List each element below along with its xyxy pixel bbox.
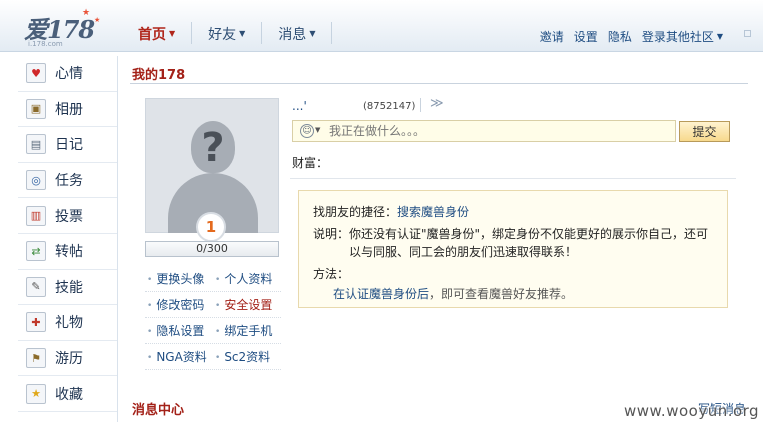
profile-link[interactable]: 隐私设置 xyxy=(145,322,213,339)
profile-link-row: 隐私设置绑定手机 xyxy=(145,318,281,344)
nav-divider xyxy=(331,22,333,44)
wealth-divider xyxy=(290,178,736,179)
verify-identity-link[interactable]: 在认证魔兽身份后 xyxy=(333,287,429,301)
info-box: 找朋友的捷径：搜索魔兽身份 说明： 你还没有认证"魔兽身份"，绑定身份不仅能更好… xyxy=(298,190,728,308)
sidebar-item-label: 礼物 xyxy=(55,315,83,332)
corner-square xyxy=(744,30,751,37)
logo-star-icon: ★ xyxy=(94,16,101,24)
star-icon: ★ xyxy=(26,383,46,404)
submit-button[interactable]: 提交 xyxy=(679,121,730,142)
profile-link[interactable]: 绑定手机 xyxy=(213,322,281,339)
nav-tab-friends[interactable]: 好友 ▼ xyxy=(192,14,261,50)
shortcut-label: 找朋友的捷径： xyxy=(313,205,398,219)
profile-link[interactable]: NGA资料 xyxy=(145,348,213,365)
message-center-title: 消息中心 xyxy=(132,403,185,418)
sidebar-item-label: 心情 xyxy=(55,66,83,83)
task-icon: ◎ xyxy=(26,170,46,191)
chevron-down-icon: ▼ xyxy=(169,29,176,38)
invite-link[interactable]: 邀请 xyxy=(540,28,564,45)
user-id: (8752147) xyxy=(363,101,416,112)
sidebar-item-label: 投票 xyxy=(55,208,83,225)
profile-link[interactable]: 修改密码 xyxy=(145,296,213,313)
top-links: 邀请 设置 隐私 登录其他社区 ▼ xyxy=(540,28,723,45)
expand-icon[interactable]: ≫ xyxy=(430,96,444,111)
level-badge: 1 xyxy=(196,212,226,242)
nav-tab-home[interactable]: 首页 ▼ xyxy=(122,14,191,50)
sidebar-item[interactable]: ⚑ 游历 xyxy=(18,341,117,377)
sidebar-item-label: 转帖 xyxy=(55,244,83,261)
sidebar-item[interactable]: ▤ 日记 xyxy=(18,127,117,163)
page-title: 我的178 xyxy=(132,68,186,83)
repost-icon: ⇄ xyxy=(26,241,46,262)
sidebar-item[interactable]: ✚ 礼物 xyxy=(18,305,117,341)
sidebar-item[interactable]: ♥ 心情 xyxy=(18,56,117,92)
album-icon: ▣ xyxy=(26,98,46,119)
sidebar-item[interactable]: ✎ 技能 xyxy=(18,270,117,306)
visibility-icon[interactable]: ☺ xyxy=(300,124,314,138)
profile-link[interactable]: Sc2资料 xyxy=(213,348,281,365)
title-divider xyxy=(130,83,748,84)
nav-tab-messages[interactable]: 消息 ▼ xyxy=(262,14,331,50)
sidebar-item-label: 相册 xyxy=(55,101,83,118)
skill-icon: ✎ xyxy=(26,276,46,297)
name-divider xyxy=(420,98,421,112)
sidebar-item-label: 任务 xyxy=(55,173,83,190)
sidebar-item-label: 收藏 xyxy=(55,386,83,403)
travel-icon: ⚑ xyxy=(26,348,46,369)
settings-link[interactable]: 设置 xyxy=(574,28,598,45)
profile-links: 更换头像个人资料修改密码安全设置隐私设置绑定手机NGA资料Sc2资料 xyxy=(145,266,281,370)
heart-icon: ♥ xyxy=(26,63,46,84)
other-community-link[interactable]: 登录其他社区 ▼ xyxy=(642,28,723,45)
chevron-down-icon[interactable]: ▼ xyxy=(315,126,320,134)
search-identity-link[interactable]: 搜索魔兽身份 xyxy=(397,205,469,219)
profile-link[interactable]: 安全设置 xyxy=(213,296,281,313)
profile-link-row: 更换头像个人资料 xyxy=(145,266,281,292)
gift-icon: ✚ xyxy=(26,312,46,333)
method-label: 方法： xyxy=(313,267,350,281)
profile-link-row: 修改密码安全设置 xyxy=(145,292,281,318)
user-name[interactable]: ...' xyxy=(292,99,307,113)
sidebar-item[interactable]: ◎ 任务 xyxy=(18,163,117,199)
sidebar-item[interactable]: ⇄ 转帖 xyxy=(18,234,117,270)
profile-link-row: NGA资料Sc2资料 xyxy=(145,344,281,370)
method-row: 在认证魔兽身份后，即可查看魔兽好友推荐。 xyxy=(333,285,573,302)
watermark: www.wooyun.org xyxy=(624,402,760,420)
shortcut-row: 找朋友的捷径：搜索魔兽身份 xyxy=(313,203,469,220)
site-logo[interactable]: 爱178 i.178.com ★ ★ xyxy=(24,8,114,48)
experience-progress: 0/300 xyxy=(145,241,279,257)
method-text: ，即可查看魔兽好友推荐。 xyxy=(429,287,574,301)
sidebar-item-label: 技能 xyxy=(55,279,83,296)
profile-link[interactable]: 个人资料 xyxy=(213,270,281,287)
logo-subtext: i.178.com xyxy=(28,40,63,48)
desc-line-1: 你还没有认证"魔兽身份"，绑定身份不仅能更好的展示你自己，还可 xyxy=(349,227,709,241)
sidebar-item[interactable]: ★ 收藏 xyxy=(18,376,117,412)
main-nav: 首页 ▼ 好友 ▼ 消息 ▼ xyxy=(122,14,333,50)
sidebar-item-label: 游历 xyxy=(55,351,83,368)
sidebar: ♥ 心情 ▣ 相册 ▤ 日记 ◎ 任务 ▥ 投票 ⇄ 转帖 ✎ 技能 ✚ 礼物 ⚑ 游历 ★ 收藏 xyxy=(18,56,118,422)
sidebar-item-label: 日记 xyxy=(55,137,83,154)
privacy-link[interactable]: 隐私 xyxy=(608,28,632,45)
sidebar-item[interactable]: ▣ 相册 xyxy=(18,92,117,128)
chevron-down-icon: ▼ xyxy=(716,32,723,41)
avatar-question-icon: ? xyxy=(201,125,225,171)
sidebar-item[interactable]: ▥ 投票 xyxy=(18,198,117,234)
desc-label: 说明： xyxy=(313,227,350,241)
profile-link[interactable]: 更换头像 xyxy=(145,270,213,287)
status-bar: ☺ ▼ xyxy=(292,120,676,142)
status-input[interactable] xyxy=(329,124,669,138)
chevron-down-icon: ▼ xyxy=(309,29,316,38)
diary-icon: ▤ xyxy=(26,134,46,155)
top-bar: 爱178 i.178.com ★ ★ 首页 ▼ 好友 ▼ 消息 ▼ 邀请 设置 隐私 … xyxy=(0,0,763,52)
vote-icon: ▥ xyxy=(26,205,46,226)
logo-star-icon: ★ xyxy=(82,8,91,18)
wealth-label: 财富： xyxy=(292,156,329,170)
chevron-down-icon: ▼ xyxy=(239,29,246,38)
desc-line-2: 以与同服、同工会的朋友们迅速取得联系！ xyxy=(349,245,578,259)
